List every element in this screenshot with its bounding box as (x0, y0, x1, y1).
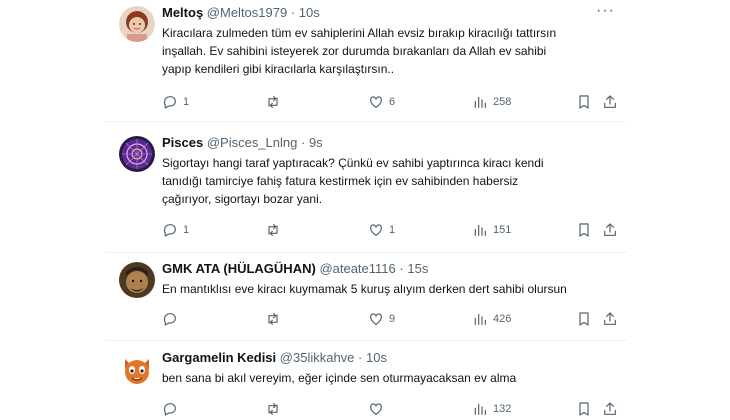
like-button[interactable]: 1 (368, 220, 395, 240)
retweet-button[interactable] (265, 92, 286, 112)
tweet-text: Sigortayı hangi taraf yaptıracak? Çünkü … (162, 156, 544, 206)
bookmark-button[interactable] (576, 220, 592, 240)
timestamp[interactable]: 10s (299, 5, 320, 20)
share-button[interactable] (602, 399, 618, 419)
tweet[interactable]: Gargamelin Kedisi @35likkahve · 10s ben … (105, 345, 627, 420)
avatar[interactable] (119, 351, 155, 387)
like-count: 9 (389, 313, 396, 325)
tweet[interactable]: Meltoş @Meltos1979 · 10s ··· Kiracılara … (105, 0, 627, 120)
avatar[interactable] (119, 6, 155, 42)
retweet-icon (268, 403, 278, 415)
reply-button[interactable]: 1 (162, 220, 189, 240)
views-icon (474, 313, 486, 325)
separator: · (290, 5, 296, 20)
reply-button[interactable] (162, 399, 183, 419)
bookmark-button[interactable] (576, 399, 592, 419)
tweet-actions: 9 426 (162, 309, 622, 329)
views-icon (474, 403, 486, 415)
share-icon (604, 95, 616, 108)
tweet-text: En mantıklısı eve kiracı kuymamak 5 kuru… (162, 282, 567, 296)
reply-count: 1 (183, 224, 190, 236)
avatar[interactable] (119, 262, 155, 298)
handle[interactable]: @35likkahve (280, 350, 355, 365)
reply-icon (163, 224, 176, 237)
like-icon (370, 96, 382, 108)
tweet-actions: 132 (162, 399, 622, 419)
display-name[interactable]: Gargamelin Kedisi (162, 350, 276, 365)
views-icon (474, 224, 486, 236)
tweet-header: Pisces @Pisces_Lnlng · 9s (162, 134, 323, 151)
avatar[interactable] (119, 136, 155, 172)
display-name[interactable]: Pisces (162, 135, 203, 150)
tweet-header: Gargamelin Kedisi @35likkahve · 10s (162, 349, 387, 366)
views-count: 426 (493, 313, 512, 325)
reply-icon (163, 313, 176, 326)
retweet-icon (268, 313, 278, 325)
retweet-icon (268, 224, 278, 236)
bookmark-icon (579, 223, 589, 237)
retweet-button[interactable] (265, 309, 286, 329)
display-name[interactable]: GMK ATA (HÜLAGÜHAN) (162, 261, 316, 276)
reply-button[interactable]: 1 (162, 92, 189, 112)
tweet[interactable]: GMK ATA (HÜLAGÜHAN) @ateate1116 · 15s En… (105, 256, 627, 340)
bookmark-icon (579, 402, 589, 416)
handle[interactable]: @Meltos1979 (207, 5, 287, 20)
views-count: 132 (493, 403, 512, 415)
tweet-text: ben sana bi akıl vereyim, eğer içinde se… (162, 371, 517, 385)
like-button[interactable]: 9 (368, 309, 395, 329)
separator: · (300, 135, 306, 150)
share-button[interactable] (602, 220, 618, 240)
like-button[interactable] (368, 399, 389, 419)
views-count: 258 (493, 96, 512, 108)
tweet-header: GMK ATA (HÜLAGÜHAN) @ateate1116 · 15s (162, 260, 428, 277)
retweet-icon (268, 96, 278, 108)
like-icon (370, 313, 382, 325)
like-button[interactable]: 6 (368, 92, 395, 112)
tweet-actions: 1 6 258 (162, 92, 622, 112)
separator: · (399, 261, 404, 276)
bookmark-icon (579, 95, 589, 109)
handle[interactable]: @Pisces_Lnlng (207, 135, 298, 150)
share-button[interactable] (602, 92, 618, 112)
bookmark-button[interactable] (576, 309, 592, 329)
share-button[interactable] (602, 309, 618, 329)
divider (105, 121, 627, 122)
timestamp[interactable]: 15s (407, 261, 428, 276)
like-count: 1 (389, 224, 396, 236)
handle[interactable]: @ateate1116 (319, 261, 395, 276)
tweet[interactable]: Pisces @Pisces_Lnlng · 9s Sigortayı hang… (105, 130, 627, 250)
separator: · (358, 350, 363, 365)
tweet-header: Meltoş @Meltos1979 · 10s (162, 4, 320, 21)
reply-icon (163, 403, 176, 416)
divider (105, 340, 627, 341)
reply-count: 1 (183, 96, 190, 108)
like-icon (370, 224, 382, 236)
tweet-text: Kiracılara zulmeden tüm ev sahiplerini A… (162, 26, 557, 76)
bookmark-button[interactable] (576, 92, 592, 112)
like-count: 6 (389, 96, 396, 108)
share-icon (604, 312, 616, 325)
timestamp[interactable]: 9s (309, 135, 323, 150)
share-icon (604, 223, 616, 236)
views-button[interactable]: 258 (472, 92, 511, 112)
timestamp[interactable]: 10s (366, 350, 387, 365)
tweet-actions: 1 1 151 (162, 220, 622, 240)
display-name[interactable]: Meltoş (162, 5, 203, 20)
share-icon (604, 402, 616, 415)
views-count: 151 (493, 224, 512, 236)
reply-icon (163, 96, 176, 109)
more-icon[interactable]: ··· (596, 2, 615, 20)
retweet-button[interactable] (265, 399, 286, 419)
divider (105, 252, 627, 253)
retweet-button[interactable] (265, 220, 286, 240)
bookmark-icon (579, 312, 589, 326)
views-button[interactable]: 426 (472, 309, 511, 329)
reply-button[interactable] (162, 309, 183, 329)
views-icon (474, 96, 486, 108)
views-button[interactable]: 132 (472, 399, 511, 419)
like-icon (370, 403, 382, 415)
views-button[interactable]: 151 (472, 220, 511, 240)
